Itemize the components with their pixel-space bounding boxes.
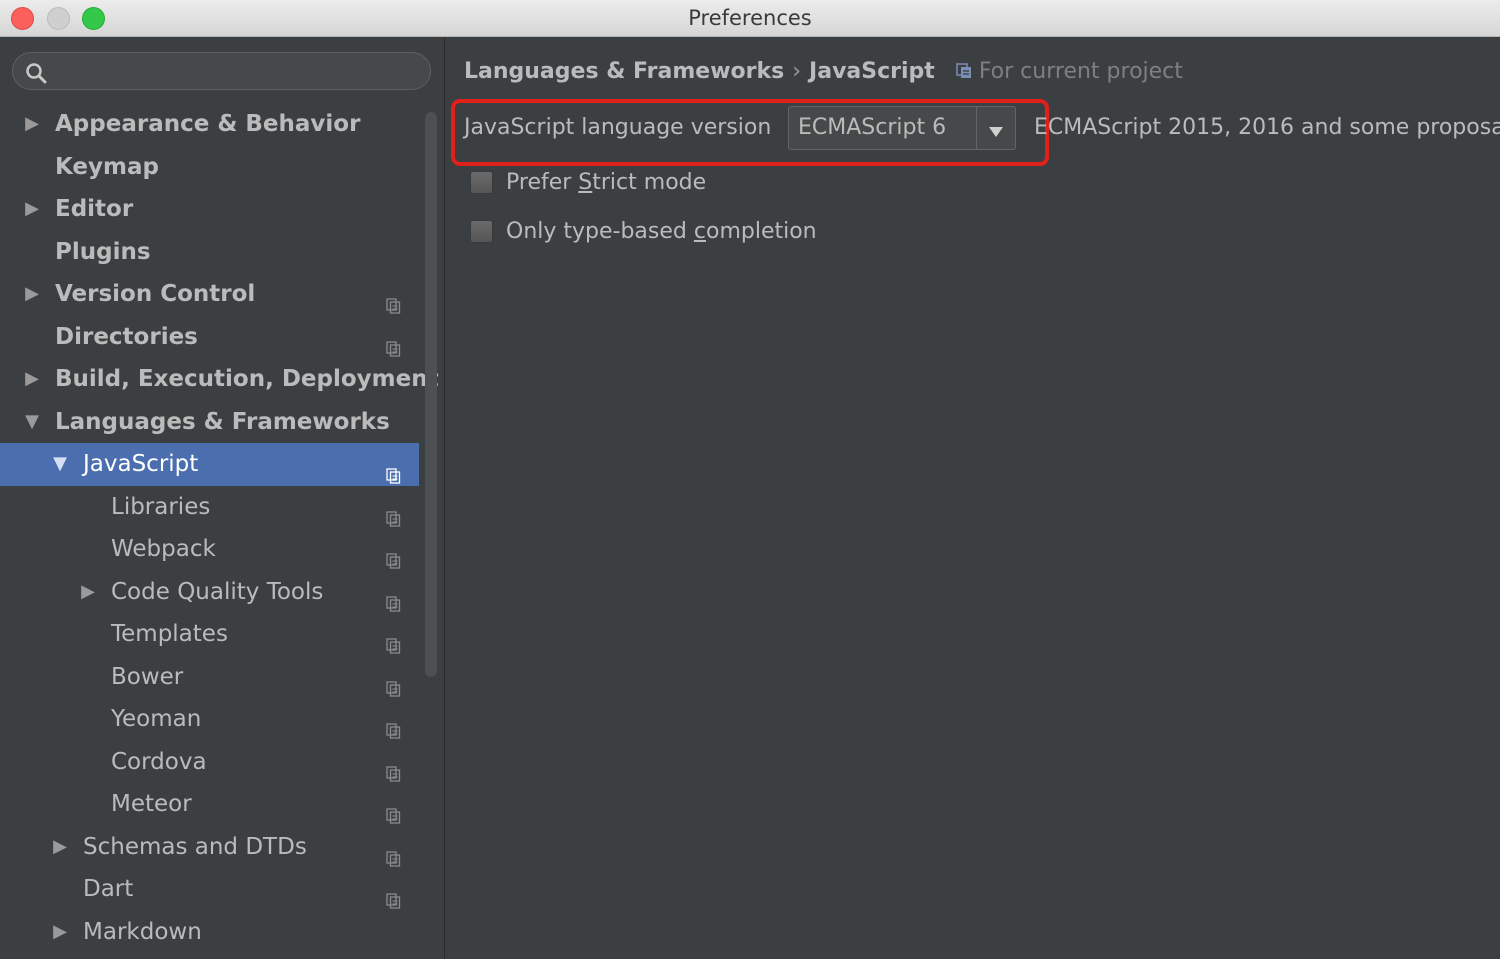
tree-item-templates[interactable]: Templates: [0, 613, 419, 656]
project-scope-icon: [386, 456, 401, 484]
dropdown-divider: [976, 107, 977, 149]
tree-item-webpack[interactable]: Webpack: [0, 528, 419, 571]
chevron-right-icon[interactable]: ▶: [50, 911, 70, 954]
prefer-strict-mode-checkbox[interactable]: [470, 171, 493, 194]
tree-item-markdown[interactable]: ▶ Markdown: [0, 911, 419, 954]
tree-item-bower[interactable]: Bower: [0, 656, 419, 699]
project-scope-icon: [386, 839, 401, 867]
project-scope-icon: [386, 881, 401, 909]
chevron-right-icon[interactable]: ▶: [22, 103, 42, 146]
language-version-dropdown[interactable]: ECMAScript 6: [788, 106, 1016, 150]
scope-label: For current project: [978, 59, 1183, 84]
project-scope-icon: [386, 754, 401, 782]
tree-item-keymap[interactable]: Keymap: [0, 146, 419, 189]
tree-item-build-execution-deployment[interactable]: ▶ Build, Execution, Deployment: [0, 358, 439, 401]
tree-item-directories[interactable]: Directories: [0, 316, 419, 359]
chevron-right-icon[interactable]: ▶: [22, 188, 42, 231]
tree-item-label: Webpack: [111, 536, 216, 562]
tree-item-label: Markdown: [83, 918, 202, 945]
tree-item-schemas-and-dtds[interactable]: ▶ Schemas and DTDs: [0, 826, 419, 869]
settings-content: Languages & Frameworks › JavaScript For cu…: [446, 37, 1500, 959]
tree-item-code-quality-tools[interactable]: ▶ Code Quality Tools: [0, 571, 419, 614]
language-version-value: ECMAScript 6: [798, 115, 947, 140]
tree-item-label: Languages & Frameworks: [55, 408, 390, 435]
tree-item-label: Directories: [55, 323, 198, 350]
title-bar: Preferences: [0, 0, 1500, 37]
tree-item-editor[interactable]: ▶ Editor: [0, 188, 419, 231]
tree-item-label: Templates: [111, 621, 228, 647]
tree-item-label: Keymap: [55, 153, 159, 180]
settings-tree: ▶ Appearance & Behavior Keymap ▶ Editor Plugi…: [0, 103, 439, 954]
tree-item-cordova[interactable]: Cordova: [0, 741, 419, 784]
tree-item-dart[interactable]: Dart: [0, 868, 419, 911]
tree-item-label: Version Control: [55, 281, 256, 307]
chevron-right-icon[interactable]: ▶: [22, 358, 42, 401]
project-scope-icon: [386, 329, 401, 357]
breadcrumb: Languages & Frameworks › JavaScript For cu…: [464, 57, 1183, 88]
project-scope-icon: [956, 58, 972, 88]
tree-item-label: Dart: [83, 876, 134, 902]
tree-item-label: Bower: [111, 663, 184, 690]
sidebar-scrollbar[interactable]: [425, 112, 437, 677]
tree-item-meteor[interactable]: Meteor: [0, 783, 419, 826]
tree-item-label: Appearance & Behavior: [55, 111, 361, 137]
project-scope-icon: [386, 499, 401, 527]
tree-item-javascript[interactable]: ▼ JavaScript: [0, 443, 419, 486]
chevron-right-icon[interactable]: ▶: [50, 826, 70, 869]
project-scope-icon: [386, 711, 401, 739]
tree-item-label: Libraries: [111, 493, 211, 520]
project-scope-icon: [386, 584, 401, 612]
tree-item-languages-frameworks[interactable]: ▼ Languages & Frameworks: [0, 401, 419, 444]
settings-sidebar: ▶ Appearance & Behavior Keymap ▶ Editor Plugi…: [0, 37, 445, 959]
chevron-right-icon[interactable]: ▶: [22, 273, 42, 316]
window-title: Preferences: [688, 6, 812, 30]
tree-item-label: Plugins: [55, 238, 151, 265]
tree-item-label: Editor: [55, 196, 134, 222]
breadcrumb-current: JavaScript: [809, 59, 935, 84]
language-version-label: JavaScript language version: [464, 115, 772, 140]
chevron-down-icon[interactable]: ▼: [50, 443, 70, 486]
chevron-right-icon[interactable]: ▶: [78, 571, 98, 614]
type-based-completion-checkbox[interactable]: [470, 220, 493, 243]
type-based-completion-label[interactable]: Only type-based completion: [506, 217, 817, 247]
breadcrumb-parent[interactable]: Languages & Frameworks: [464, 59, 784, 84]
tree-item-version-control[interactable]: ▶ Version Control: [0, 273, 419, 316]
tree-item-label: Cordova: [111, 748, 207, 775]
project-scope-icon: [386, 626, 401, 654]
language-version-description: ECMAScript 2015, 2016 and some proposa: [1034, 115, 1500, 140]
tree-item-label: Meteor: [111, 791, 192, 817]
project-scope-icon: [386, 286, 401, 314]
prefer-strict-mode-label[interactable]: Prefer Strict mode: [506, 168, 706, 198]
search-icon: [25, 62, 47, 88]
project-scope-icon: [386, 669, 401, 697]
project-scope-icon: [386, 541, 401, 569]
project-scope-icon: [386, 796, 401, 824]
tree-item-label: JavaScript: [83, 451, 199, 477]
settings-search-input[interactable]: [12, 52, 431, 90]
breadcrumb-separator: ›: [792, 59, 802, 84]
tree-item-yeoman[interactable]: Yeoman: [0, 698, 419, 741]
tree-item-label: Schemas and DTDs: [83, 833, 307, 860]
dropdown-caret-icon[interactable]: [988, 123, 1004, 142]
tree-item-label: Yeoman: [111, 706, 202, 732]
tree-item-appearance-behavior[interactable]: ▶ Appearance & Behavior: [0, 103, 419, 146]
tree-item-label: Code Quality Tools: [111, 578, 324, 605]
chevron-down-icon[interactable]: ▼: [22, 401, 42, 444]
tree-item-plugins[interactable]: Plugins: [0, 231, 419, 274]
tree-item-libraries[interactable]: Libraries: [0, 486, 419, 529]
tree-item-label: Build, Execution, Deployment: [55, 366, 439, 392]
